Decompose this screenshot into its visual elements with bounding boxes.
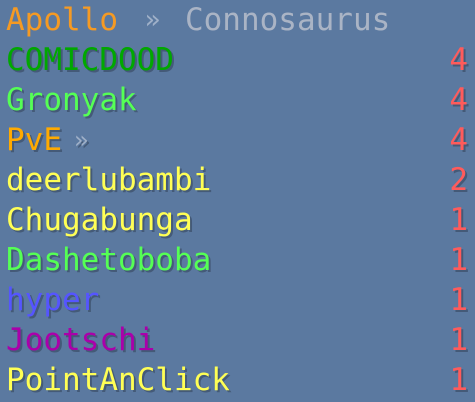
row-separator-arrow-icon: » — [74, 126, 89, 154]
scoreboard-row: Jootschi 1 — [0, 320, 475, 360]
scoreboard-row: deerlubambi 2 — [0, 160, 475, 200]
team-title: Apollo — [6, 2, 118, 38]
scoreboard-header: Apollo » Connosaurus — [6, 2, 390, 38]
player-name: hyper — [6, 280, 99, 320]
player-score: 2 — [449, 162, 468, 198]
player-name: Chugabunga — [6, 200, 193, 240]
player-name: deerlubambi — [6, 160, 211, 200]
player-name-text: PointAnClick — [6, 362, 230, 398]
scoreboard-row: hyper 1 — [0, 280, 475, 320]
player-name-text: PvE — [6, 122, 62, 158]
separator-arrow-icon: » — [144, 5, 161, 35]
player-score: 1 — [449, 202, 468, 238]
player-name: PointAnClick — [6, 360, 230, 400]
player-name-text: deerlubambi — [6, 162, 212, 198]
player-name-text: Dashetoboba — [6, 242, 212, 278]
player-name-text: Gronyak — [6, 82, 137, 118]
player-name-text: hyper — [6, 282, 100, 318]
scoreboard-row: COMICDOOD 4 — [0, 40, 475, 80]
scoreboard-row: Dashetoboba 1 — [0, 240, 475, 280]
server-title: Connosaurus — [184, 2, 391, 38]
player-score: 4 — [449, 82, 468, 118]
scoreboard-row: Chugabunga 1 — [0, 200, 475, 240]
player-name-text: Chugabunga — [6, 202, 193, 238]
player-score: 1 — [449, 362, 468, 398]
player-score: 4 — [449, 42, 468, 78]
player-name: PvE » — [6, 120, 88, 160]
scoreboard-row: Gronyak 4 — [0, 80, 475, 120]
scoreboard-panel: Apollo » Connosaurus COMICDOOD 4 Gronyak 4 P… — [0, 0, 475, 402]
player-name: COMICDOOD — [6, 40, 174, 80]
player-score: 4 — [449, 122, 468, 158]
player-name-text: Jootschi — [6, 322, 156, 358]
scoreboard-row: PointAnClick 1 — [0, 360, 475, 400]
player-name-text: COMICDOOD — [6, 42, 174, 78]
player-name: Dashetoboba — [6, 240, 211, 280]
player-score: 1 — [449, 242, 468, 278]
player-score: 1 — [449, 322, 468, 358]
player-score: 1 — [449, 282, 468, 318]
scoreboard-row: PvE » 4 — [0, 120, 475, 160]
player-name: Gronyak — [6, 80, 137, 120]
player-name: Jootschi — [6, 320, 155, 360]
